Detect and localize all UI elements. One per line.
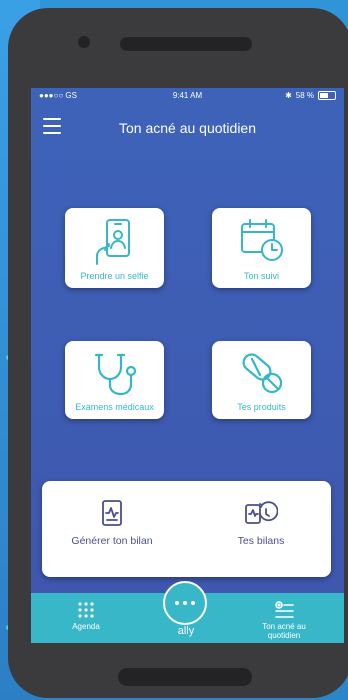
tab-acne-label-1: Ton acné au: [262, 622, 306, 631]
front-camera: [78, 36, 90, 48]
generate-bilan-label: Générer ton bilan: [71, 535, 153, 547]
home-button[interactable]: [118, 668, 252, 686]
examens-card[interactable]: Examens médicaux: [65, 341, 164, 419]
phone-frame: ●●●○○ GS 9:41 AM ✱ 58 % Ton acné au quot…: [8, 8, 348, 698]
stethoscope-icon: [65, 351, 164, 397]
ally-logo: ally: [177, 625, 195, 637]
suivi-card[interactable]: Ton suivi: [212, 208, 311, 288]
app-header: Ton acné au quotidien: [31, 108, 344, 148]
bluetooth-icon: ✱: [285, 91, 292, 100]
page-title: Ton acné au quotidien: [119, 120, 256, 136]
report-chart-icon: [42, 499, 182, 527]
chat-fab-button[interactable]: [163, 581, 207, 625]
tab-acne-label-2: quotidien: [267, 631, 301, 640]
status-bar: ●●●○○ GS 9:41 AM ✱ 58 %: [31, 88, 344, 104]
card-label: Tes produits: [237, 402, 286, 412]
card-label: Prendre un selfie: [80, 271, 149, 281]
battery-percent: 58 %: [295, 91, 314, 100]
selfie-phone-icon: [65, 218, 164, 266]
tab-acne-quotidien[interactable]: Ton acné au quotidien: [249, 601, 319, 640]
app-screen: ●●●○○ GS 9:41 AM ✱ 58 % Ton acné au quot…: [31, 88, 344, 643]
tab-agenda-label: Agenda: [72, 622, 100, 631]
generate-bilan-button[interactable]: Générer ton bilan: [42, 499, 182, 547]
status-right: ✱ 58 %: [285, 91, 336, 100]
phone-speaker: [120, 37, 252, 51]
tes-bilans-button[interactable]: Tes bilans: [191, 499, 331, 547]
card-label: Ton suivi: [243, 271, 279, 281]
card-label: Examens médicaux: [75, 402, 154, 412]
tab-agenda[interactable]: Agenda: [56, 601, 116, 631]
checklist-add-icon: [249, 601, 319, 619]
grid-dots-icon: [56, 601, 116, 619]
report-history-icon: [191, 499, 331, 527]
produits-card[interactable]: Tes produits: [212, 341, 311, 419]
selfie-card[interactable]: Prendre un selfie: [65, 208, 164, 288]
more-dots-icon: [175, 601, 195, 605]
battery-icon: [318, 91, 336, 100]
calendar-clock-icon: [212, 218, 311, 262]
pills-icon: [212, 351, 311, 397]
bilan-panel: Générer ton bilan Tes bilans: [42, 481, 331, 577]
tes-bilans-label: Tes bilans: [237, 535, 285, 547]
